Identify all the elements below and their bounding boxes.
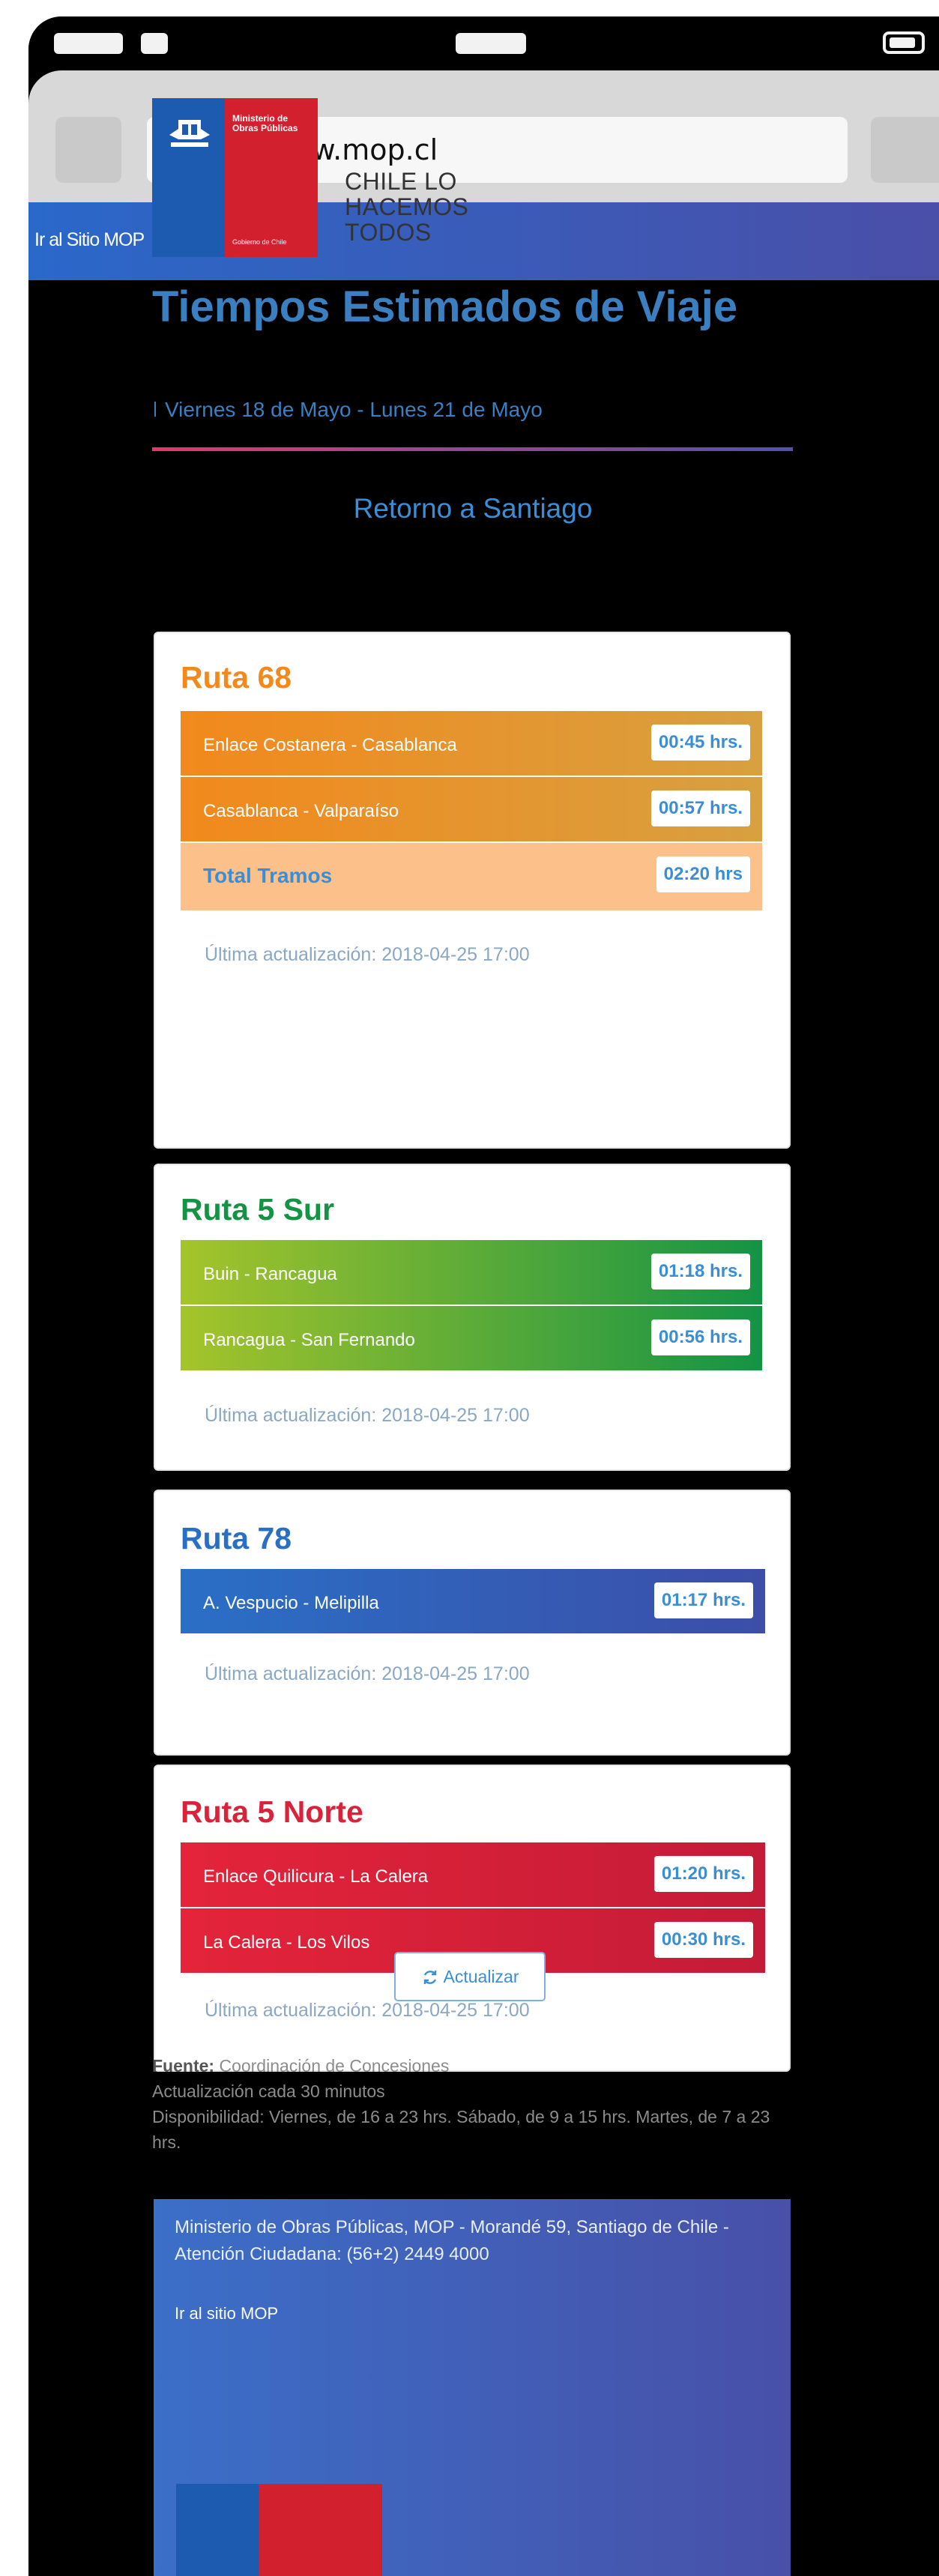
source-label: Fuente: — [152, 2056, 215, 2075]
info-block: Fuente: Coordinación de Concesiones Actu… — [152, 2053, 797, 2155]
date-range: Viernes 18 de Mayo - Lunes 21 de Mayo — [165, 398, 543, 421]
logo-ministry-text: Ministerio de Obras Públicas — [232, 113, 298, 133]
segment-time: 00:45 hrs. — [650, 725, 750, 761]
footer-address: Ministerio de Obras Públicas, MOP - Mora… — [175, 2217, 729, 2264]
battery-icon — [883, 31, 925, 54]
footer-mop-link[interactable]: Ir al sitio MOP — [175, 2304, 278, 2323]
segment-name: Buin - Rancagua — [203, 1264, 337, 1284]
gradient-divider — [152, 447, 793, 451]
segment-row[interactable]: A. Vespucio - Melipilla 01:17 hrs. — [181, 1569, 765, 1633]
logo-gobierno-text: Gobierno de Chile — [232, 238, 287, 246]
update-frequency: Actualización cada 30 minutos — [152, 2081, 385, 2101]
segment-time: 00:56 hrs. — [650, 1319, 750, 1355]
segment-row[interactable]: Enlace Costanera - Casablanca 00:45 hrs. — [181, 711, 762, 775]
segment-row[interactable]: Rancagua - San Fernando 00:56 hrs. — [181, 1306, 762, 1370]
route-card-5-norte: Ruta 5 Norte Enlace Quilicura - La Caler… — [154, 1765, 791, 2072]
route-title: Ruta 5 Norte — [181, 1795, 363, 1829]
segment-time: 00:57 hrs. — [650, 790, 750, 826]
section-title: Retorno a Santiago — [353, 493, 593, 524]
segment-row[interactable]: Enlace Quilicura - La Calera 01:20 hrs. — [181, 1842, 765, 1907]
segment-time: 01:18 hrs. — [650, 1254, 750, 1289]
wifi-icon — [141, 33, 168, 54]
total-time: 02:20 hrs — [656, 856, 750, 892]
route-card-5-sur: Ruta 5 Sur Buin - Rancagua 01:18 hrs. Ra… — [154, 1164, 791, 1471]
segment-name: Rancagua - San Fernando — [203, 1330, 415, 1350]
segment-name: Enlace Quilicura - La Calera — [203, 1866, 429, 1887]
back-button[interactable] — [55, 117, 121, 183]
last-update: Última actualización: 2018-04-25 17:00 — [205, 944, 530, 965]
crest-icon — [169, 120, 210, 147]
route-card-68: Ruta 68 Enlace Costanera - Casablanca 00… — [154, 632, 791, 1149]
segment-name: La Calera - Los Vilos — [203, 1932, 370, 1953]
dates-marker — [154, 402, 156, 417]
segment-name: A. Vespucio - Melipilla — [203, 1593, 379, 1613]
signal-icon — [54, 33, 123, 54]
mop-site-link[interactable]: Ir al Sitio MOP — [34, 229, 145, 251]
route-title: Ruta 68 — [181, 660, 292, 695]
route-title: Ruta 78 — [181, 1521, 292, 1555]
source-value: Coordinación de Concesiones — [219, 2056, 450, 2075]
segment-name: Enlace Costanera - Casablanca — [203, 735, 457, 755]
total-label: Total Tramos — [203, 864, 333, 887]
tabs-button[interactable] — [871, 117, 939, 183]
last-update: Última actualización: 2018-04-25 17:00 — [205, 1663, 530, 1684]
status-bar — [28, 16, 939, 70]
total-row: Total Tramos 02:20 hrs — [181, 843, 762, 910]
footer: Ministerio de Obras Públicas, MOP - Mora… — [154, 2199, 791, 2576]
refresh-button[interactable]: Actualizar — [394, 1952, 546, 2001]
segment-time: 01:20 hrs. — [653, 1856, 753, 1892]
segment-time: 01:17 hrs. — [653, 1582, 753, 1618]
last-update: Última actualización: 2018-04-25 17:00 — [205, 2000, 530, 2021]
slogan: CHILE LO HACEMOS TODOS — [345, 168, 469, 246]
route-title: Ruta 5 Sur — [181, 1192, 335, 1227]
page-title: Tiempos Estimados de Viaje — [152, 282, 738, 331]
route-card-78: Ruta 78 A. Vespucio - Melipilla 01:17 hr… — [154, 1490, 791, 1756]
segment-name: Casablanca - Valparaíso — [203, 801, 399, 821]
footer-logo — [176, 2484, 259, 2576]
availability: Disponibilidad: Viernes, de 16 a 23 hrs.… — [152, 2107, 770, 2152]
segment-row[interactable]: Buin - Rancagua 01:18 hrs. — [181, 1240, 762, 1304]
clock-placeholder — [456, 33, 526, 54]
segment-time: 00:30 hrs. — [653, 1922, 753, 1958]
refresh-icon — [423, 1971, 436, 1984]
last-update: Última actualización: 2018-04-25 17:00 — [205, 1405, 530, 1426]
segment-row[interactable]: Casablanca - Valparaíso 00:57 hrs. — [181, 777, 762, 841]
footer-logo-red — [259, 2484, 382, 2576]
refresh-label: Actualizar — [443, 1967, 519, 1986]
